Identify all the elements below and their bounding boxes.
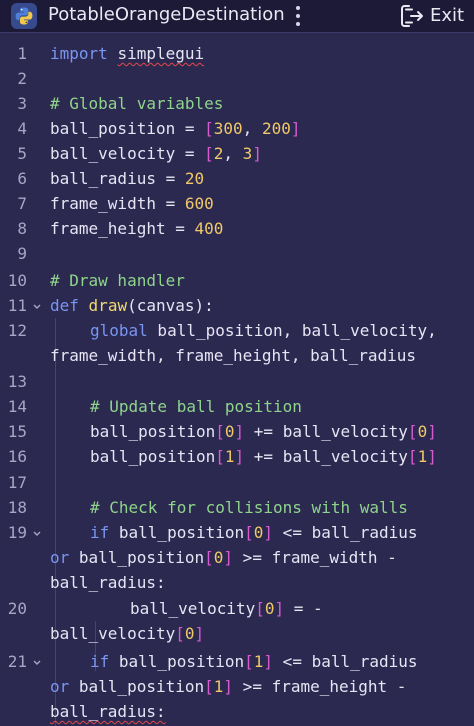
line-number: 2 <box>17 69 27 88</box>
chevron-down-icon[interactable] <box>32 297 42 313</box>
code-line-21-wrap: or ball_position[1] >= frame_height - <box>50 677 407 696</box>
exit-icon <box>401 5 423 27</box>
line-number: 8 <box>17 219 27 238</box>
top-bar: PotableOrangeDestination Exit <box>0 0 474 33</box>
code-line-12-wrap: frame_width, frame_height, ball_radius <box>50 346 417 365</box>
line-number: 10 <box>7 271 27 290</box>
line-number: 15 <box>7 422 27 441</box>
code-line-12: global ball_position, ball_velocity, <box>90 321 437 340</box>
code-line-19: if ball_position[0] <= ball_radius <box>90 523 418 542</box>
code-line-20-wrap: ball_velocity[0] <box>50 624 205 643</box>
line-number: 19 <box>7 523 27 542</box>
code-line-15: ball_position[0] += ball_velocity[0] <box>90 422 437 441</box>
line-number: 18 <box>7 498 27 517</box>
line-number: 14 <box>7 397 27 416</box>
app-title: PotableOrangeDestination <box>48 4 285 25</box>
code-line-4: ball_position = [300, 200] <box>50 119 301 138</box>
python-logo-icon <box>11 3 37 29</box>
chevron-down-icon[interactable] <box>32 653 42 669</box>
line-number: 12 <box>7 321 27 340</box>
code-line-3: # Global variables <box>50 94 224 113</box>
line-number: 20 <box>7 599 27 618</box>
code-line-5: ball_velocity = [2, 3] <box>50 144 262 163</box>
line-number: 4 <box>17 119 27 138</box>
line-number: 21 <box>7 652 27 671</box>
line-number: 6 <box>17 169 27 188</box>
code-line-6: ball_radius = 20 <box>50 169 205 188</box>
line-number: 5 <box>17 144 27 163</box>
line-number: 11 <box>7 296 27 315</box>
code-editor[interactable]: 1 2 3 4 5 6 7 8 9 10 11 12 13 14 15 16 1… <box>0 33 474 726</box>
code-line-21-wrap-2: ball_radius: <box>50 702 166 721</box>
code-line-20: ball_velocity[0] = - <box>130 599 323 618</box>
code-line-1: import simplegui <box>50 44 205 63</box>
line-number: 16 <box>7 447 27 466</box>
code-line-11: def draw(canvas): <box>50 296 214 315</box>
code-line-14: # Update ball position <box>90 397 302 416</box>
exit-label: Exit <box>430 5 465 26</box>
code-line-7: frame_width = 600 <box>50 194 214 213</box>
line-number: 13 <box>7 372 27 391</box>
code-line-8: frame_height = 400 <box>50 219 224 238</box>
code-line-10: # Draw handler <box>50 271 185 290</box>
chevron-down-icon[interactable] <box>32 524 42 540</box>
indent-guide <box>55 318 56 726</box>
code-line-21: if ball_position[1] <= ball_radius <box>90 652 418 671</box>
line-number: 7 <box>17 194 27 213</box>
line-number: 3 <box>17 94 27 113</box>
more-vertical-icon[interactable] <box>287 4 309 28</box>
code-line-18: # Check for collisions with walls <box>90 498 408 517</box>
line-number: 1 <box>17 44 27 63</box>
code-line-16: ball_position[1] += ball_velocity[1] <box>90 447 437 466</box>
line-number: 17 <box>7 473 27 492</box>
line-number: 9 <box>17 244 27 263</box>
exit-button[interactable]: Exit <box>397 2 469 30</box>
code-line-19-wrap-2: ball_radius: <box>50 573 166 592</box>
code-line-19-wrap: or ball_position[0] >= frame_width - <box>50 548 397 567</box>
